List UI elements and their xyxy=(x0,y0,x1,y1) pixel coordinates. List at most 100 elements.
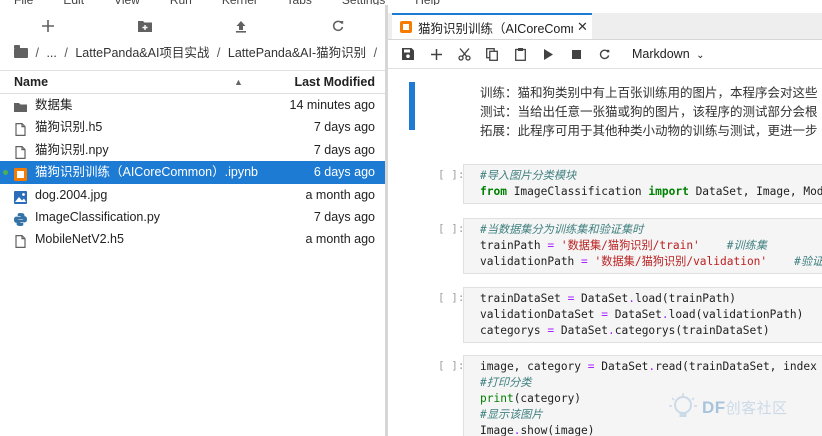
code-line: #当数据集分为训练集和验证集时 xyxy=(480,222,822,238)
new-launcher-button[interactable] xyxy=(28,15,68,37)
breadcrumb-ellipsis[interactable]: ... xyxy=(46,46,56,60)
play-icon xyxy=(543,48,553,60)
file-name: MobileNetV2.h5 xyxy=(35,232,124,247)
code-token: #显示该图片 xyxy=(480,408,543,421)
code-line: validationPath = '数据集/猫狗识别/validation' #… xyxy=(480,254,822,270)
notebook-icon xyxy=(14,166,27,182)
file-list-item[interactable]: ImageClassification.py 7 days ago xyxy=(0,206,386,228)
upload-icon xyxy=(236,20,247,33)
code-token: = xyxy=(581,255,588,268)
code-input[interactable]: #当数据集分为训练集和验证集时 trainPath = '数据集/猫狗识别/tra… xyxy=(463,218,822,274)
code-token: (category) xyxy=(513,392,582,405)
code-token: . xyxy=(608,324,615,337)
save-icon xyxy=(402,48,414,60)
code-token: = xyxy=(601,308,608,321)
refresh-icon xyxy=(599,49,609,59)
notebook-panel: 猫狗识别训练（AICoreComm ✕ Markdown ⌄ 训练：猫和狗类别中… xyxy=(388,5,822,436)
code-token: validationPath xyxy=(480,255,582,268)
scissors-icon xyxy=(457,47,471,61)
code-token: from xyxy=(480,185,507,198)
file-list-item[interactable]: 数据集 14 minutes ago xyxy=(0,94,386,116)
breadcrumb-current[interactable]: LattePanda&AI-猫狗识别 xyxy=(228,46,366,60)
breadcrumb: / ... / LattePanda&AI项目实战 / LattePanda&A… xyxy=(14,43,381,63)
code-line: #打印分类 xyxy=(480,375,822,391)
paste-icon xyxy=(514,47,526,61)
chevron-down-icon: ⌄ xyxy=(696,50,705,61)
markdown-cell[interactable]: 训练：猫和狗类别中有上百张训练用的图片，本程序会对这些 测试：当给出任意一张猫或… xyxy=(480,84,822,141)
file-name: 猫狗识别.npy xyxy=(35,142,109,157)
cut-button[interactable] xyxy=(450,42,478,66)
code-token: load(validationPath) xyxy=(668,308,804,321)
markdown-line: 训练：猫和狗类别中有上百张训练用的图片，本程序会对这些 xyxy=(480,86,818,100)
file-modified: 14 minutes ago xyxy=(289,98,375,112)
cell-type-select[interactable]: Markdown ⌄ xyxy=(632,47,705,61)
code-token: '数据集/猫狗识别/validation' xyxy=(594,255,768,268)
code-token: DataSet xyxy=(594,360,649,373)
restart-kernel-button[interactable] xyxy=(590,42,618,66)
code-token: import xyxy=(648,185,689,198)
watermark-text: DF创客社区 xyxy=(702,397,788,417)
file-list-item[interactable]: 猫狗识别.npy 7 days ago xyxy=(0,139,386,161)
file-icon xyxy=(14,233,27,249)
notebook-icon xyxy=(400,21,412,33)
file-list-item[interactable]: 猫狗识别训练（AICoreCommon）.ipynb 6 days ago xyxy=(0,161,386,184)
code-token: Image xyxy=(480,424,514,436)
cell-prompt: [ ]: xyxy=(438,359,465,372)
file-browser-toolbar xyxy=(0,13,386,39)
plus-icon xyxy=(42,20,55,32)
name-column-header[interactable]: Name xyxy=(14,75,48,89)
code-token: . xyxy=(661,308,669,321)
file-list-item[interactable]: 猫狗识别.h5 7 days ago xyxy=(0,116,386,138)
new-folder-button[interactable] xyxy=(125,15,165,37)
file-modified: a month ago xyxy=(305,187,376,202)
lightbulb-logo-icon xyxy=(669,393,697,417)
code-token: ImageClassification xyxy=(506,185,649,198)
file-list-item[interactable]: MobileNetV2.h5 a month ago xyxy=(0,228,386,250)
run-button[interactable] xyxy=(534,42,562,66)
code-token: validationDataSet xyxy=(480,308,602,321)
last-modified-column-header[interactable]: Last Modified xyxy=(294,75,375,89)
paste-button[interactable] xyxy=(506,42,534,66)
file-name: dog.2004.jpg xyxy=(35,187,108,202)
file-name: 猫狗识别.h5 xyxy=(35,120,103,135)
code-token: #训练集 xyxy=(726,239,768,252)
file-modified: a month ago xyxy=(305,232,376,247)
code-line: categorys = DataSet.categorys(trainDataS… xyxy=(480,323,822,339)
code-token: #导入图片分类模块 xyxy=(480,169,577,182)
file-name: 数据集 xyxy=(35,98,73,112)
interrupt-kernel-button[interactable] xyxy=(562,42,590,66)
file-browser-panel: / ... / LattePanda&AI项目实战 / LattePanda&A… xyxy=(0,5,387,436)
code-line: from ImageClassification import DataSet,… xyxy=(480,184,822,200)
save-button[interactable] xyxy=(394,42,422,66)
code-token: = xyxy=(587,360,595,373)
breadcrumb-project[interactable]: LattePanda&AI项目实战 xyxy=(75,46,209,60)
code-token: print xyxy=(480,392,514,405)
markdown-line: 测试：当给出任意一张猫或狗的图片，该程序的测试部分会根 xyxy=(480,105,818,119)
upload-button[interactable] xyxy=(221,15,261,37)
code-token: image, category xyxy=(480,360,588,373)
image-icon xyxy=(14,189,27,204)
code-token: '数据集/猫狗识别/train' xyxy=(560,239,700,252)
file-list-item[interactable]: dog.2004.jpg a month ago xyxy=(0,184,386,206)
folder-icon xyxy=(14,99,27,112)
code-input[interactable]: trainDataSet = DataSet.load(trainPath) va… xyxy=(463,287,822,343)
code-token: DataSet xyxy=(608,308,662,321)
active-cell-indicator[interactable] xyxy=(409,82,415,130)
file-modified: 7 days ago xyxy=(313,120,375,135)
code-token: DataSet xyxy=(554,324,608,337)
insert-cell-button[interactable] xyxy=(422,42,450,66)
copy-button[interactable] xyxy=(478,42,506,66)
home-folder-icon[interactable] xyxy=(14,45,28,58)
refresh-button[interactable] xyxy=(318,15,358,37)
df-watermark-logo: DF创客社区 xyxy=(668,392,788,422)
stop-icon xyxy=(571,49,581,59)
tab-notebook[interactable]: 猫狗识别训练（AICoreComm ✕ xyxy=(392,13,592,39)
refresh-icon xyxy=(332,20,343,32)
code-input[interactable]: #导入图片分类模块 from ImageClassification import… xyxy=(463,164,822,204)
sort-ascending-icon: ▲ xyxy=(234,77,243,87)
markdown-line: 拓展：此程序可用于其他种类小动物的训练与测试，更进一步 xyxy=(480,124,818,138)
code-line: Image.show(image) xyxy=(480,423,822,436)
close-icon[interactable]: ✕ xyxy=(577,19,588,35)
